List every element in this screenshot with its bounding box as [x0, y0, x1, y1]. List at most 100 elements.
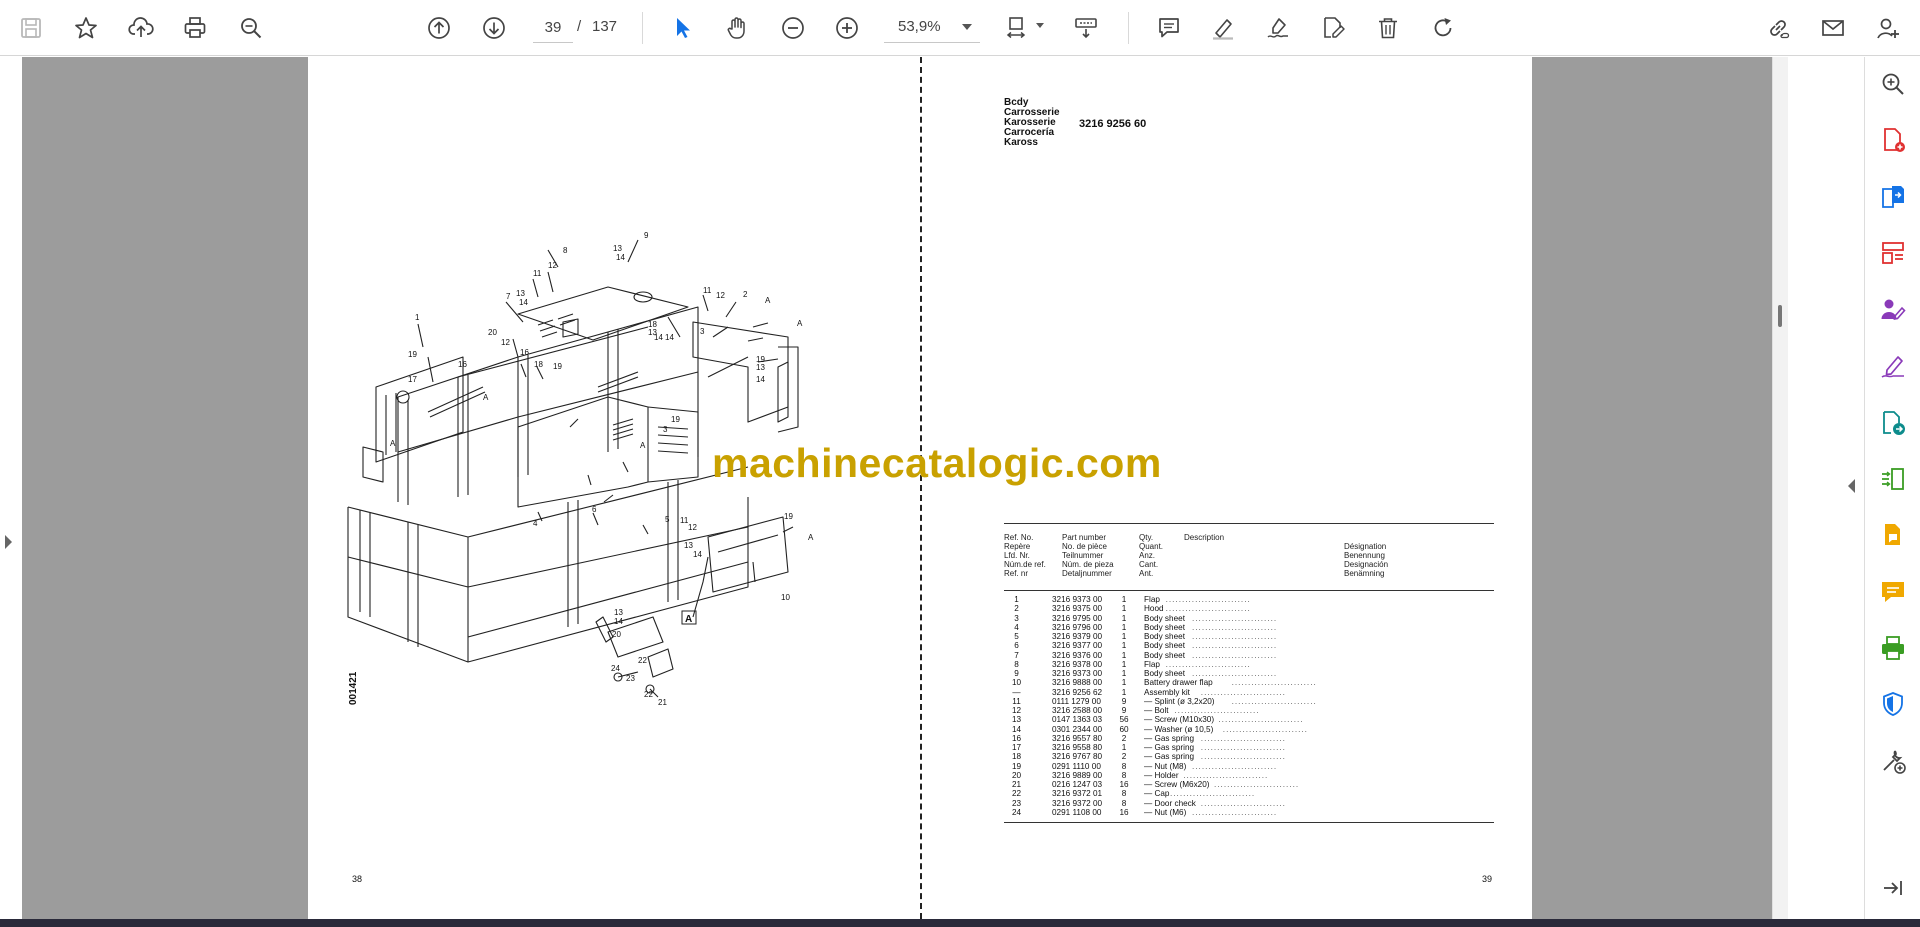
table-row: 12 3216 2588 00 9 — Bolt...................… — [1004, 706, 1404, 715]
parts-list-table: 1 3216 9373 00 1 Flap......................… — [1004, 595, 1404, 817]
part-number-cell: 3216 9373 00 — [1052, 595, 1103, 604]
title-swedish: Kaross — [1004, 137, 1038, 148]
send-review-icon[interactable] — [1877, 407, 1909, 439]
collapse-panel-icon[interactable] — [1877, 872, 1909, 904]
scrollbar-thumb[interactable] — [1778, 305, 1782, 327]
svg-text:14: 14 — [693, 550, 702, 559]
description-cell: — Nut (M8) — [1144, 761, 1187, 771]
qty-column-header: Qty. Quant. Anz. Cant. Ant. — [1139, 533, 1164, 578]
save-icon[interactable] — [11, 8, 51, 48]
quantity-cell: 9 — [1121, 706, 1127, 715]
ref-column-header: Ref. No. Repère Lfd. Nr. Núm.de ref. Ref. nr — [1004, 533, 1046, 578]
part-number-cell: 3216 9379 00 — [1052, 632, 1103, 641]
request-sign-icon[interactable] — [1877, 294, 1909, 326]
vertical-scrollbar[interactable] — [1772, 57, 1788, 919]
leader-dots: .......................... — [1218, 715, 1304, 725]
delete-icon[interactable] — [1368, 8, 1408, 48]
table-row: 21 0216 1247 03 16 — Screw (M6x20).........… — [1004, 780, 1404, 789]
comment-tool-icon[interactable] — [1877, 519, 1909, 551]
svg-text:4: 4 — [533, 519, 538, 528]
zoom-icon[interactable] — [1877, 68, 1909, 100]
edit-pdf-icon[interactable] — [1313, 8, 1353, 48]
note-icon[interactable] — [1877, 576, 1909, 608]
quantity-cell: 9 — [1121, 696, 1127, 706]
svg-text:12: 12 — [548, 261, 557, 270]
bookmark-star-icon[interactable] — [66, 8, 106, 48]
select-cursor-icon[interactable] — [663, 8, 703, 48]
ref-cell: 7 — [1014, 650, 1019, 660]
leader-dots: .......................... — [1200, 687, 1286, 697]
table-top-rule — [1004, 523, 1494, 524]
account-icon[interactable] — [1868, 8, 1908, 48]
share-link-icon[interactable] — [1758, 8, 1798, 48]
page-fit-icon[interactable] — [998, 8, 1038, 48]
description-cell: — Splint (ø 3,2x20) — [1144, 696, 1215, 706]
quantity-cell: 1 — [1121, 622, 1127, 632]
table-row: 1 3216 9373 00 1 Flap......................… — [1004, 595, 1404, 604]
part-number-cell: 3216 9767 80 — [1052, 752, 1103, 762]
fill-sign-icon[interactable] — [1877, 350, 1909, 382]
zoom-out-icon[interactable] — [773, 8, 813, 48]
svg-text:7: 7 — [506, 292, 511, 301]
svg-text:13: 13 — [613, 244, 622, 253]
designation-column-header: Désignation Benennung Designación Benämning — [1344, 542, 1389, 578]
ref-cell: 9 — [1014, 669, 1019, 678]
document-viewer[interactable]: 1 11 12 8 9 13 14 7 13 14 11 12 2 A A 20 12 18 13 14 14… — [22, 57, 1788, 919]
part-number-cell: 0111 1279 00 — [1052, 696, 1101, 706]
compress-icon[interactable] — [1877, 463, 1909, 495]
page-down-icon[interactable] — [474, 8, 514, 48]
table-row: 13 0147 1363 03 56 — Screw (M10x30)........… — [1004, 715, 1404, 724]
quantity-cell: 1 — [1121, 632, 1127, 641]
quantity-cell: 8 — [1121, 789, 1127, 799]
create-pdf-icon[interactable] — [1877, 124, 1909, 156]
zoom-search-icon[interactable] — [231, 8, 271, 48]
svg-text:17: 17 — [408, 375, 417, 384]
collapse-right-panel-icon[interactable] — [1848, 479, 1855, 493]
part-number-cell: 3216 9557 80 — [1052, 733, 1103, 743]
leader-dots: .......................... — [1192, 613, 1278, 623]
hand-tool-icon[interactable] — [717, 8, 757, 48]
protect-icon[interactable] — [1877, 688, 1909, 720]
table-row: 18 3216 9767 80 2 — Gas spring.............… — [1004, 752, 1404, 761]
highlight-icon[interactable] — [1203, 8, 1243, 48]
quantity-cell: 1 — [1121, 678, 1127, 688]
svg-text:12: 12 — [688, 523, 697, 532]
export-pdf-icon[interactable] — [1877, 181, 1909, 213]
quantity-cell: 1 — [1121, 659, 1127, 669]
part-number-cell: 0301 2344 00 — [1052, 724, 1103, 734]
rotate-icon[interactable] — [1423, 8, 1463, 48]
print-production-icon[interactable] — [1877, 632, 1909, 664]
toolbar-divider — [642, 12, 643, 44]
current-page-input[interactable] — [533, 13, 573, 43]
part-number-cell: 3216 9378 00 — [1052, 659, 1103, 669]
more-tools-icon[interactable] — [1877, 745, 1909, 777]
ref-cell: 19 — [1011, 761, 1022, 771]
expand-left-panel-icon[interactable] — [5, 535, 12, 549]
page-up-icon[interactable] — [419, 8, 459, 48]
toolbar-divider — [1128, 12, 1129, 44]
tools-panel — [1864, 57, 1920, 919]
leader-dots: .......................... — [1222, 724, 1308, 734]
print-icon[interactable] — [175, 8, 215, 48]
page-separator: / — [577, 18, 582, 35]
table-row: 16 3216 9557 80 2 — Gas spring.............… — [1004, 734, 1404, 743]
exploded-parts-drawing: 111128 91314 7 1314 1112 2A A2012 181314 14… — [347, 231, 814, 707]
ref-cell: 4 — [1014, 622, 1019, 632]
organize-pages-icon[interactable] — [1877, 237, 1909, 269]
zoom-level-dropdown[interactable]: 53,9% — [884, 13, 980, 43]
part-number-cell: 0291 1108 00 — [1052, 807, 1102, 817]
part-number-cell: 3216 9372 01 — [1052, 789, 1103, 799]
table-header-rule — [1004, 590, 1494, 591]
sign-icon[interactable] — [1258, 8, 1298, 48]
email-icon[interactable] — [1813, 8, 1853, 48]
page-fold-line — [920, 57, 922, 919]
scroll-mode-icon[interactable] — [1066, 8, 1106, 48]
part-number-cell: 0147 1363 03 — [1052, 715, 1103, 725]
comment-icon[interactable] — [1149, 8, 1189, 48]
page-fit-caret-icon[interactable] — [1036, 23, 1044, 28]
zoom-in-icon[interactable] — [827, 8, 867, 48]
description-cell: Assembly kit — [1144, 687, 1190, 697]
leader-dots: .......................... — [1192, 632, 1278, 641]
upload-cloud-icon[interactable] — [121, 8, 161, 48]
leader-dots: .......................... — [1165, 604, 1251, 614]
